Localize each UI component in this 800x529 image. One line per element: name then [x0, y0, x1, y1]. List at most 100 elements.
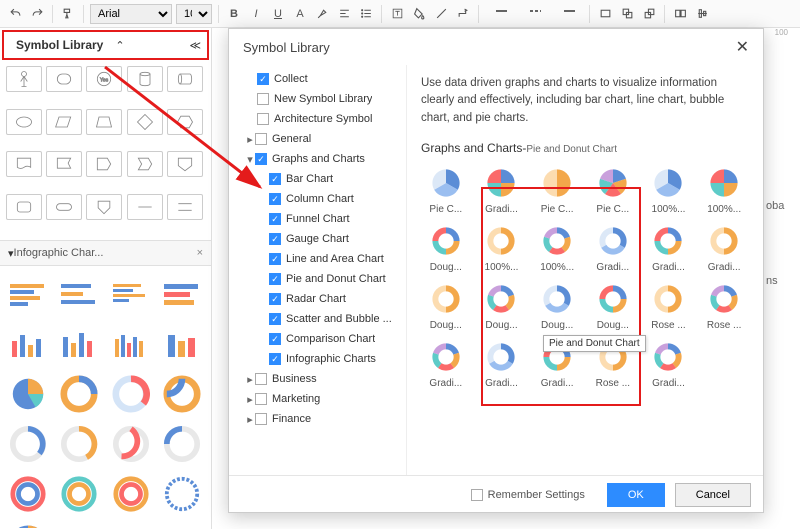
preview-thumb[interactable]: Gradi... — [477, 339, 527, 389]
tree-item-business[interactable]: ▸Business — [229, 369, 406, 389]
shape-circle-text[interactable]: Yes — [86, 66, 122, 92]
shape-hexagon[interactable] — [167, 109, 203, 135]
text-tool-icon[interactable] — [388, 5, 406, 23]
highlight-icon[interactable] — [313, 5, 331, 23]
thumb-donut6[interactable] — [109, 422, 153, 466]
shape-cylinder-h[interactable] — [167, 66, 203, 92]
shape-line[interactable] — [127, 194, 163, 220]
accordion-infographic-charts[interactable]: ▾ Infographic Char... × — [0, 240, 211, 266]
tree-item-pie-donut-chart[interactable]: Pie and Donut Chart — [229, 269, 406, 289]
format-painter-icon[interactable] — [59, 5, 77, 23]
shape-cylinder-v[interactable] — [127, 66, 163, 92]
shape-step[interactable] — [127, 151, 163, 177]
tree-item-column-chart[interactable]: Column Chart — [229, 189, 406, 209]
thumb-donut12[interactable] — [6, 522, 50, 528]
align-left-icon[interactable] — [335, 5, 353, 23]
font-color-icon[interactable]: A — [291, 5, 309, 23]
preview-thumb[interactable]: Doug... — [532, 281, 582, 331]
cancel-button[interactable]: Cancel — [675, 483, 751, 507]
preview-thumb[interactable]: Gradi... — [588, 223, 638, 273]
shape-pill[interactable] — [46, 194, 82, 220]
bullet-list-icon[interactable] — [357, 5, 375, 23]
thumb-donut1[interactable] — [57, 372, 101, 416]
shape-rounded-rect2[interactable] — [6, 194, 42, 220]
group-icon[interactable] — [671, 5, 689, 23]
preview-thumb[interactable]: 100%... — [699, 165, 749, 215]
thumb-donut2[interactable] — [109, 372, 153, 416]
collapse-icon[interactable]: ≪ — [189, 39, 201, 52]
preview-thumb[interactable]: Doug... — [477, 281, 527, 331]
tree-item-collect[interactable]: Collect — [229, 69, 406, 89]
bold-icon[interactable]: B — [225, 5, 243, 23]
undo-icon[interactable] — [6, 5, 24, 23]
tree-item-scatter-bubble[interactable]: Scatter and Bubble ... — [229, 309, 406, 329]
underline-icon[interactable]: U — [269, 5, 287, 23]
preview-thumb[interactable]: 100%... — [477, 223, 527, 273]
fill-color-icon[interactable] — [410, 5, 428, 23]
symbol-library-header[interactable]: Symbol Library ⌃ ≪ — [2, 30, 209, 60]
tree-item-line-area-chart[interactable]: Line and Area Chart — [229, 249, 406, 269]
font-size-select[interactable]: 10 — [176, 4, 212, 24]
thumb-donut9[interactable] — [57, 472, 101, 516]
preview-thumb[interactable]: Gradi... — [477, 165, 527, 215]
line-arrow-select[interactable] — [553, 5, 583, 23]
thumb-donut11[interactable] — [160, 472, 204, 516]
preview-thumb[interactable]: Doug... — [421, 223, 471, 273]
shape-document[interactable] — [6, 151, 42, 177]
thumb-donut4[interactable] — [6, 422, 50, 466]
thumb-bar2[interactable] — [57, 272, 101, 316]
thumb-donut7[interactable] — [160, 422, 204, 466]
thumb-pie1[interactable] — [6, 372, 50, 416]
shape-rounded-rect[interactable] — [46, 66, 82, 92]
shape-tag[interactable] — [86, 151, 122, 177]
font-family-select[interactable]: Arial — [90, 4, 172, 24]
tree-item-finance[interactable]: ▸Finance — [229, 409, 406, 429]
preview-thumb[interactable]: Doug... — [588, 281, 638, 331]
thumb-bar1[interactable] — [6, 272, 50, 316]
line-dash-select[interactable] — [519, 5, 549, 23]
preview-thumb[interactable]: Pie C... — [532, 165, 582, 215]
redo-icon[interactable] — [28, 5, 46, 23]
preview-thumb[interactable]: Doug... — [421, 281, 471, 331]
ok-button[interactable]: OK — [607, 483, 665, 507]
preview-thumb[interactable]: Gradi... — [644, 339, 694, 389]
shape-diamond[interactable] — [127, 109, 163, 135]
line-style-select[interactable] — [485, 5, 515, 23]
thumb-donut10[interactable] — [109, 472, 153, 516]
thumb-bar4[interactable] — [160, 272, 204, 316]
preview-thumb[interactable]: Rose ... — [699, 281, 749, 331]
thumb-donut3[interactable] — [160, 372, 204, 416]
preview-thumb[interactable]: Gradi... — [421, 339, 471, 389]
line-color-icon[interactable] — [432, 5, 450, 23]
modal-close-button[interactable]: ✕ — [736, 37, 749, 57]
tree-item-radar-chart[interactable]: Radar Chart — [229, 289, 406, 309]
close-icon[interactable]: × — [197, 247, 203, 259]
shape-trapezoid[interactable] — [86, 109, 122, 135]
preview-thumb[interactable]: 100%... — [532, 223, 582, 273]
tree-item-general[interactable]: ▸General — [229, 129, 406, 149]
shape-shield[interactable] — [86, 194, 122, 220]
thumb-donut8[interactable] — [6, 472, 50, 516]
tree-item-graphs-and-charts[interactable]: ▾Graphs and Charts — [229, 149, 406, 169]
preview-thumb[interactable]: Pie C... — [588, 165, 638, 215]
bring-front-icon[interactable] — [618, 5, 636, 23]
preview-thumb[interactable]: Gradi... — [699, 223, 749, 273]
tree-item-comparison-chart[interactable]: Comparison Chart — [229, 329, 406, 349]
tree-item-bar-chart[interactable]: Bar Chart — [229, 169, 406, 189]
preview-thumb[interactable]: 100%... — [644, 165, 694, 215]
preview-thumb[interactable]: Rose ... — [644, 281, 694, 331]
tree-item-gauge-chart[interactable]: Gauge Chart — [229, 229, 406, 249]
tree-item-marketing[interactable]: ▸Marketing — [229, 389, 406, 409]
tree-item-funnel-chart[interactable]: Funnel Chart — [229, 209, 406, 229]
send-back-icon[interactable] — [640, 5, 658, 23]
shape-pentagon-down[interactable] — [167, 151, 203, 177]
tree-item-infographic-charts[interactable]: Infographic Charts — [229, 349, 406, 369]
thumb-col1[interactable] — [6, 322, 50, 366]
tree-item-new-symbol-library[interactable]: New Symbol Library — [229, 89, 406, 109]
preview-thumb[interactable]: Gradi... — [644, 223, 694, 273]
align-tool-icon[interactable] — [693, 5, 711, 23]
shape-rect-icon[interactable] — [596, 5, 614, 23]
italic-icon[interactable]: I — [247, 5, 265, 23]
preview-thumb[interactable]: Pie C... — [421, 165, 471, 215]
shape-parallelogram[interactable] — [46, 109, 82, 135]
